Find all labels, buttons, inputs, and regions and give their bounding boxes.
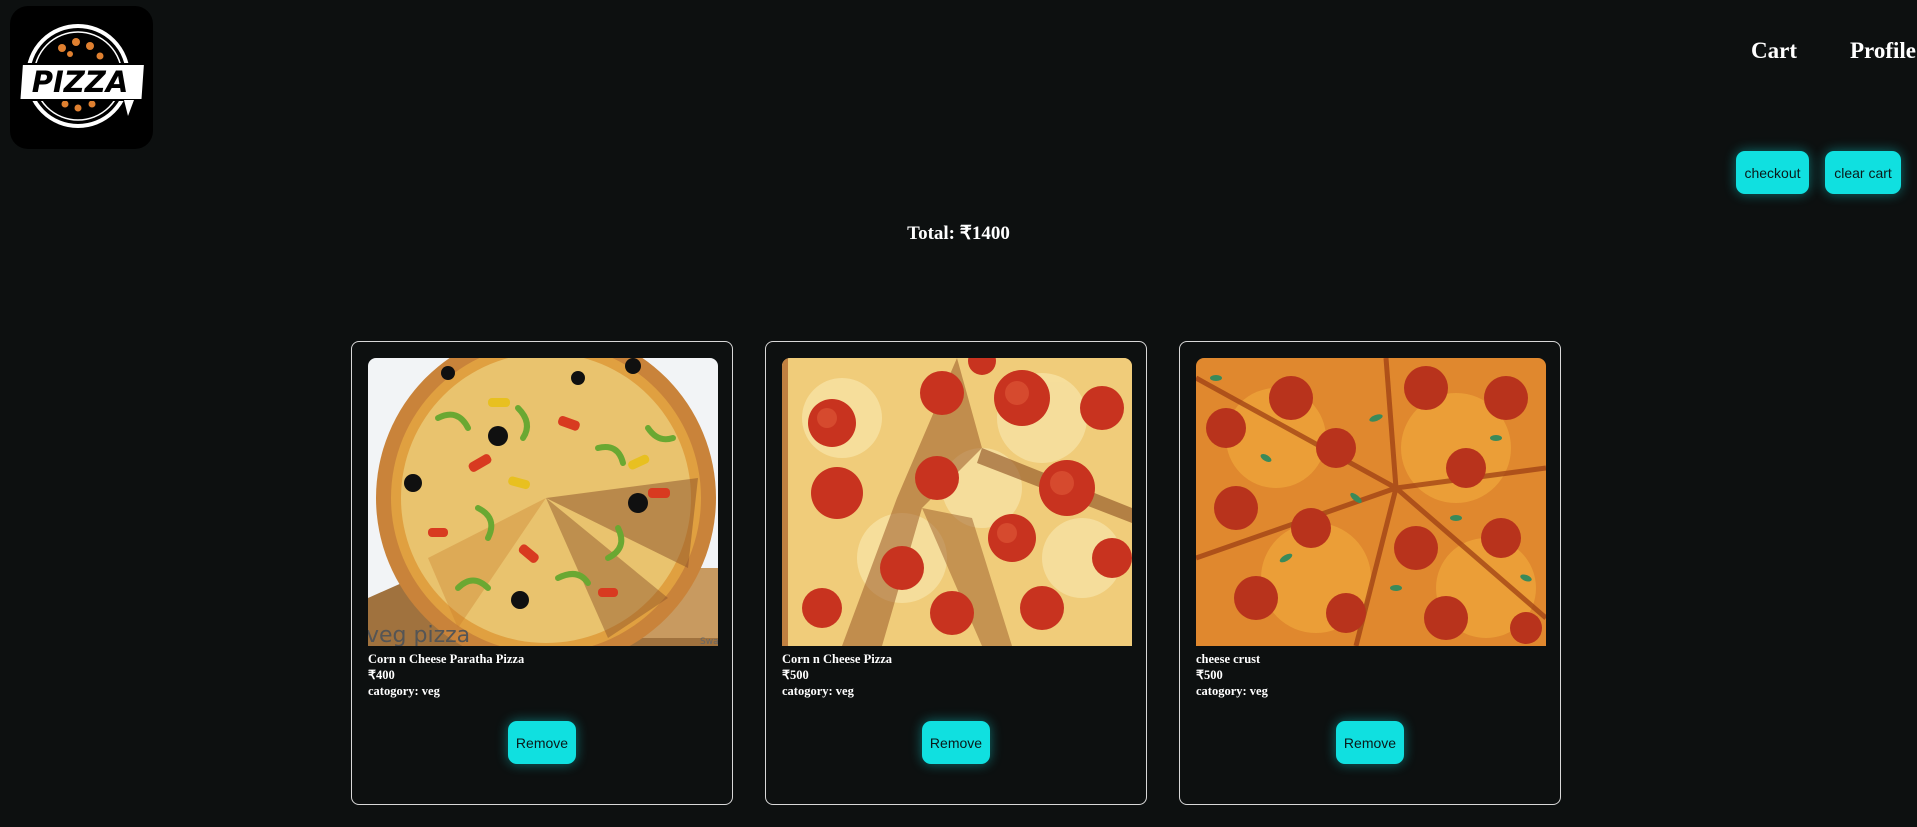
pizza-logo[interactable]: PIZZA (10, 6, 153, 149)
remove-button[interactable]: Remove (922, 721, 990, 764)
item-info: Corn n Cheese Paratha Pizza ₹400 catogor… (368, 651, 716, 699)
remove-button[interactable]: Remove (1336, 721, 1404, 764)
pizza-logo-icon: PIZZA (18, 24, 147, 128)
remove-button[interactable]: Remove (508, 721, 576, 764)
cart-item-card: cheese crust ₹500 catogory: veg Remove (1179, 341, 1561, 805)
cart-item-card: veg pizza Swa Corn n Cheese Paratha Pizz… (351, 341, 733, 805)
pizza-image: veg pizza Swa (368, 358, 718, 646)
item-info: Corn n Cheese Pizza ₹500 catogory: veg (782, 651, 1130, 699)
checkout-button[interactable]: checkout (1736, 151, 1809, 194)
cart-items-list: veg pizza Swa Corn n Cheese Paratha Pizz… (351, 341, 1561, 805)
item-price: ₹500 (1196, 668, 1223, 682)
cart-item-card: Corn n Cheese Pizza ₹500 catogory: veg R… (765, 341, 1147, 805)
nav-profile-link[interactable]: Profile (1850, 38, 1916, 64)
top-nav: Cart Profile (1751, 38, 1917, 64)
item-info: cheese crust ₹500 catogory: veg (1196, 651, 1544, 699)
item-price: ₹500 (782, 668, 809, 682)
item-name: Corn n Cheese Paratha Pizza (368, 652, 525, 666)
item-category: catogory: veg (368, 684, 440, 698)
image-caption: veg pizza (368, 623, 470, 646)
item-name: cheese crust (1196, 652, 1261, 666)
image-watermark: Swa (700, 637, 718, 646)
pizza-image (782, 358, 1132, 646)
nav-cart-link[interactable]: Cart (1751, 38, 1797, 64)
pizza-image (1196, 358, 1546, 646)
item-name: Corn n Cheese Pizza (782, 652, 893, 666)
item-category: catogory: veg (782, 684, 854, 698)
logo-text: PIZZA (32, 65, 129, 99)
item-category: catogory: veg (1196, 684, 1268, 698)
cart-total: Total: ₹1400 (907, 223, 1010, 244)
cart-actions: checkout clear cart (1736, 151, 1901, 194)
clear-cart-button[interactable]: clear cart (1825, 151, 1901, 194)
item-price: ₹400 (368, 668, 395, 682)
